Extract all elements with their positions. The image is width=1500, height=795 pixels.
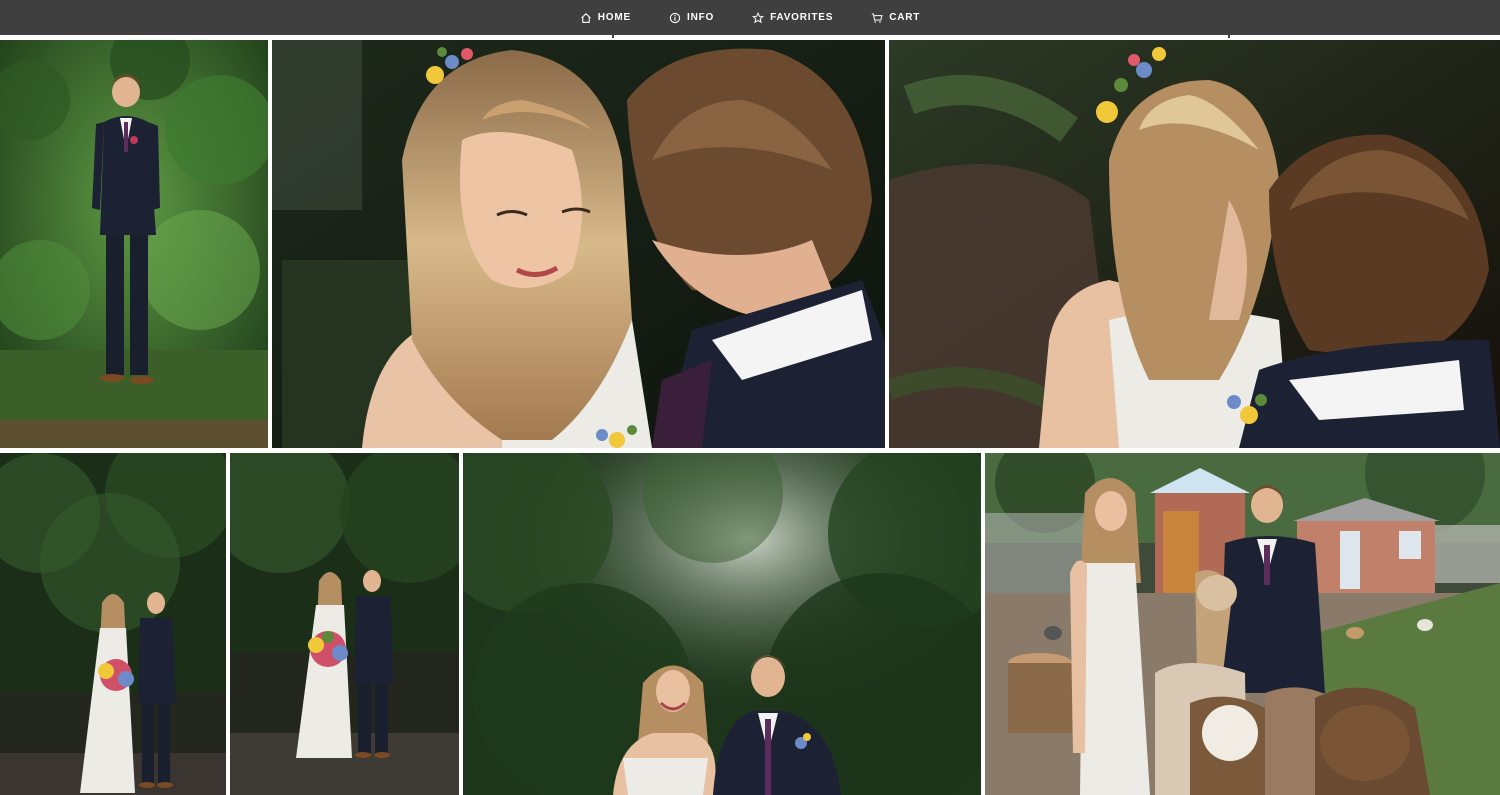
photo-couple-laughing-forest[interactable] (463, 453, 981, 795)
main-nav: HOME INFO FAVORITES CART (561, 0, 939, 35)
nav-cart-label: CART (889, 11, 921, 23)
star-icon (752, 11, 765, 23)
top-navigation-bar: HOME INFO FAVORITES CART (0, 0, 1500, 35)
cart-icon (872, 13, 883, 23)
info-icon (669, 12, 681, 23)
nav-divider-mark (1228, 35, 1230, 38)
nav-home[interactable]: HOME (561, 0, 650, 35)
photo-couple-overhead-closeup[interactable] (889, 40, 1500, 448)
nav-info-label: INFO (686, 11, 715, 23)
nav-divider-mark (612, 35, 614, 38)
photo-couple-under-trees-wide[interactable] (0, 453, 226, 795)
photo-couple-with-alpacas[interactable] (985, 453, 1500, 795)
nav-divider (0, 35, 1500, 38)
nav-home-label: HOME (597, 11, 631, 23)
photo-groom-standing-in-garden[interactable] (0, 40, 268, 448)
home-icon (580, 12, 591, 23)
nav-cart[interactable]: CART (852, 0, 939, 35)
nav-info[interactable]: INFO (650, 0, 733, 35)
nav-favorites[interactable]: FAVORITES (733, 0, 852, 35)
photo-couple-closeup-foreheads[interactable] (272, 40, 885, 448)
nav-favorites-label: FAVORITES (770, 11, 834, 23)
photo-couple-holding-bouquet[interactable] (230, 453, 459, 795)
